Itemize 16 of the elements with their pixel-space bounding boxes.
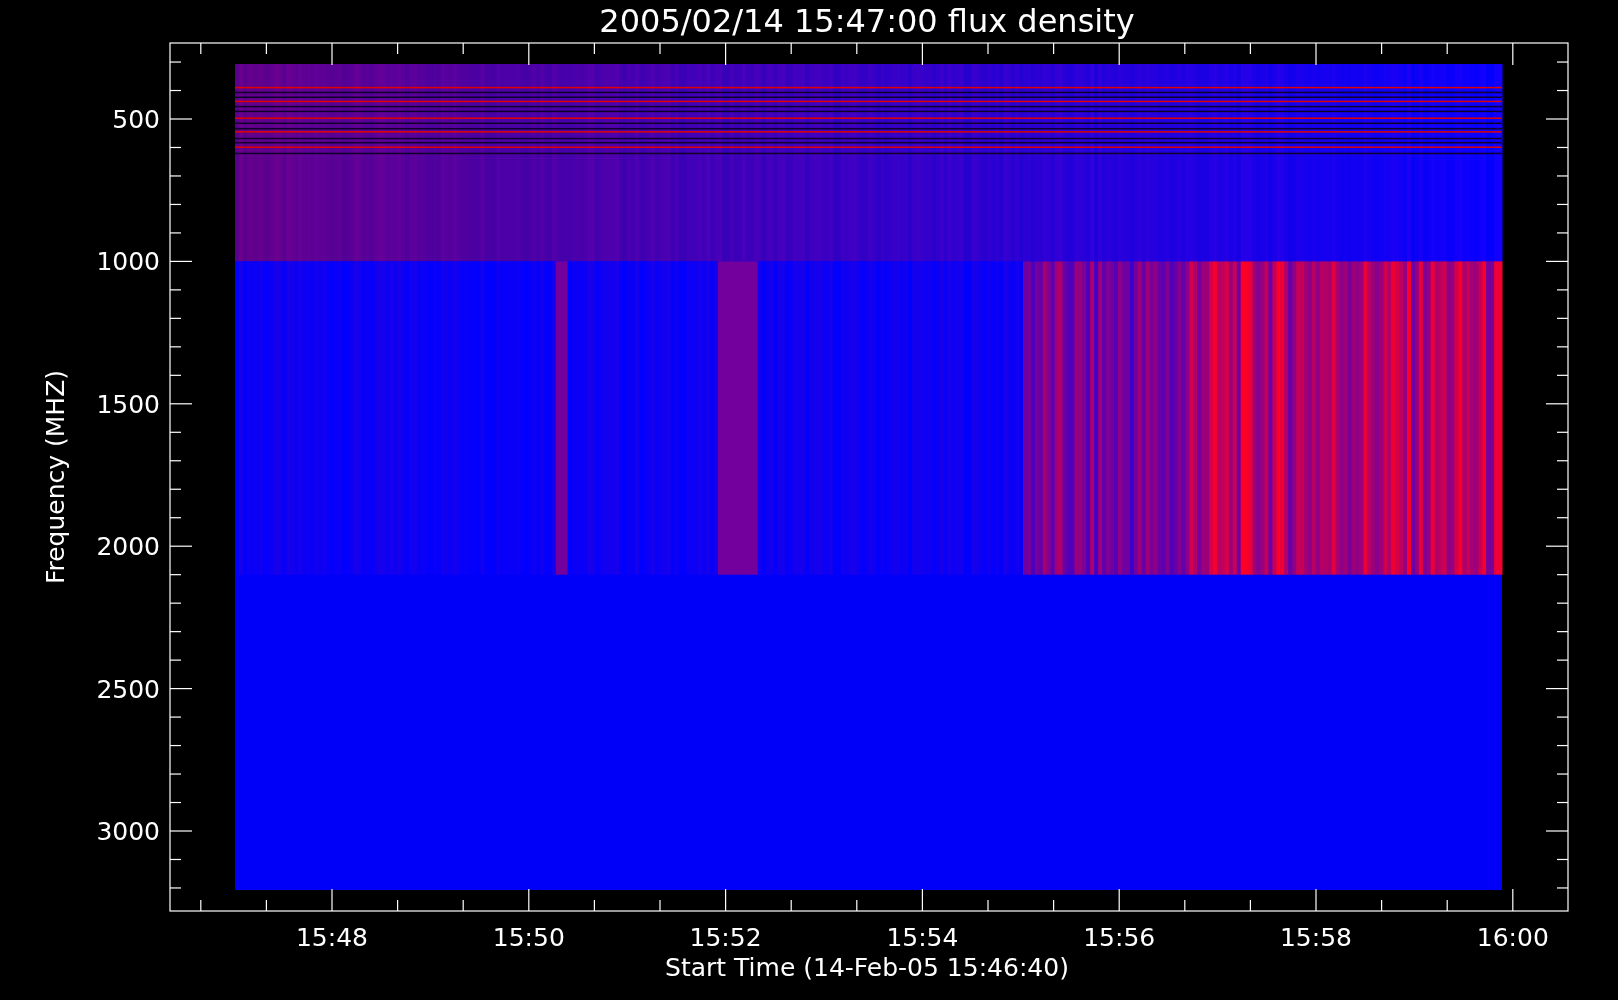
tick-label: 15:58 bbox=[1280, 923, 1352, 952]
tick-label: 500 bbox=[112, 105, 160, 134]
tick-label: 1500 bbox=[96, 389, 160, 419]
tick-label: 3000 bbox=[96, 817, 160, 846]
tick-label: 16:00 bbox=[1476, 923, 1549, 952]
tick-label: 2500 bbox=[96, 674, 160, 704]
tick-label: 15:56 bbox=[1083, 923, 1156, 952]
axis-title: Start Time (14-Feb-05 15:46:40) bbox=[665, 953, 1069, 982]
tick-label: 15:52 bbox=[689, 923, 762, 952]
tick-label: 15:48 bbox=[296, 923, 368, 952]
tick-label: 1000 bbox=[96, 247, 160, 277]
plot-title: 2005/02/14 15:47:00 flux density bbox=[599, 2, 1135, 40]
axis-title: Frequency (MHZ) bbox=[41, 369, 70, 585]
tick-label: 2000 bbox=[96, 532, 160, 562]
tick-label: 15:50 bbox=[492, 923, 565, 952]
tick-label: 15:54 bbox=[886, 923, 959, 952]
